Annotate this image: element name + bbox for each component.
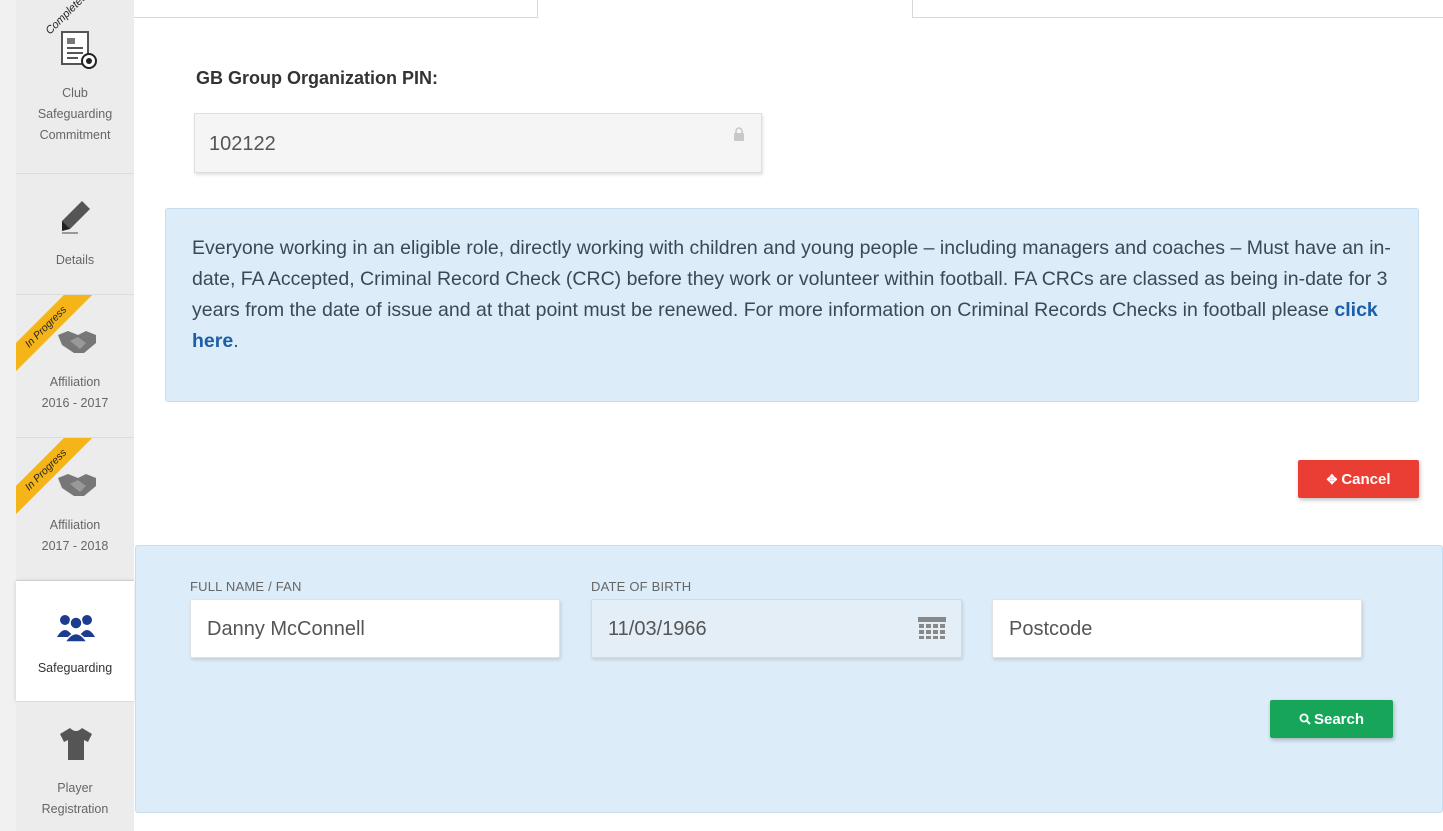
- tab-right[interactable]: [912, 0, 1443, 18]
- sidebar-item-label: 2017 - 2018: [41, 539, 109, 553]
- org-pin-field: 102122: [194, 113, 762, 173]
- sidebar-item-label: Details: [55, 253, 95, 267]
- full-name-value: Danny McConnell: [207, 618, 365, 640]
- search-button[interactable]: Search: [1270, 700, 1393, 738]
- handshake-icon: [58, 474, 96, 496]
- crc-info-text: Everyone working in an eligible role, di…: [192, 233, 1392, 357]
- sidebar-item-affiliation-2016-2017[interactable]: In Progress Affiliation 2016 - 2017: [16, 295, 134, 438]
- cancel-button[interactable]: ✥ Cancel: [1298, 460, 1419, 498]
- sidebar-item-affiliation-2017-2018[interactable]: In Progress Affiliation 2017 - 2018: [16, 438, 134, 581]
- sidebar-item-label: Affiliation: [49, 375, 101, 389]
- sidebar-item-player-registration[interactable]: Player Registration: [16, 702, 134, 831]
- date-of-birth-value: 11/03/1966: [608, 618, 707, 640]
- document-football-icon: [61, 31, 97, 69]
- crc-info-trailing: .: [233, 330, 239, 352]
- sidebar-item-label: Affiliation: [49, 518, 101, 532]
- pencil-icon: [62, 201, 90, 234]
- tab-left[interactable]: [134, 0, 538, 18]
- calendar-icon[interactable]: [917, 616, 947, 640]
- postcode-placeholder: Postcode: [1009, 618, 1093, 640]
- org-pin-value: 102122: [209, 133, 276, 155]
- shirt-icon: [60, 728, 92, 760]
- person-search-panel: [135, 545, 1443, 813]
- lock-icon: [734, 127, 744, 141]
- sidebar-item-label: Safeguarding: [37, 661, 113, 675]
- handshake-icon: [58, 331, 96, 353]
- sidebar-item-label: Commitment: [39, 128, 111, 142]
- postcode-field[interactable]: Postcode: [992, 599, 1362, 658]
- sidebar-item-club-safeguarding-commitment[interactable]: Completed Club Safeguarding Commitment: [16, 0, 134, 174]
- full-name-label: FULL NAME / FAN: [190, 579, 302, 594]
- search-icon: [1299, 713, 1311, 725]
- people-group-icon: [57, 615, 95, 643]
- org-pin-label: GB Group Organization PIN:: [196, 68, 438, 88]
- sidebar-item-safeguarding[interactable]: Safeguarding: [16, 581, 134, 702]
- search-button-label: Search: [1313, 710, 1365, 728]
- cancel-button-label: Cancel: [1341, 470, 1391, 488]
- sidebar-item-label: 2016 - 2017: [41, 396, 109, 410]
- crc-info-box: Everyone working in an eligible role, di…: [165, 208, 1419, 402]
- sidebar-nav: Completed Club Safeguarding Commitment D…: [0, 0, 134, 831]
- sidebar-item-label: Player: [57, 781, 93, 795]
- sidebar-item-label: Club: [62, 86, 88, 100]
- cancel-icon: ✥: [1326, 471, 1338, 487]
- crc-info-body: Everyone working in an eligible role, di…: [192, 237, 1391, 321]
- sidebar-item-label: Safeguarding: [37, 107, 113, 121]
- date-of-birth-field[interactable]: 11/03/1966: [591, 599, 962, 658]
- date-of-birth-label: DATE OF BIRTH: [591, 579, 692, 594]
- sidebar-item-label: Registration: [41, 802, 109, 816]
- full-name-field[interactable]: Danny McConnell: [190, 599, 560, 658]
- sidebar-item-details[interactable]: Details: [16, 174, 134, 295]
